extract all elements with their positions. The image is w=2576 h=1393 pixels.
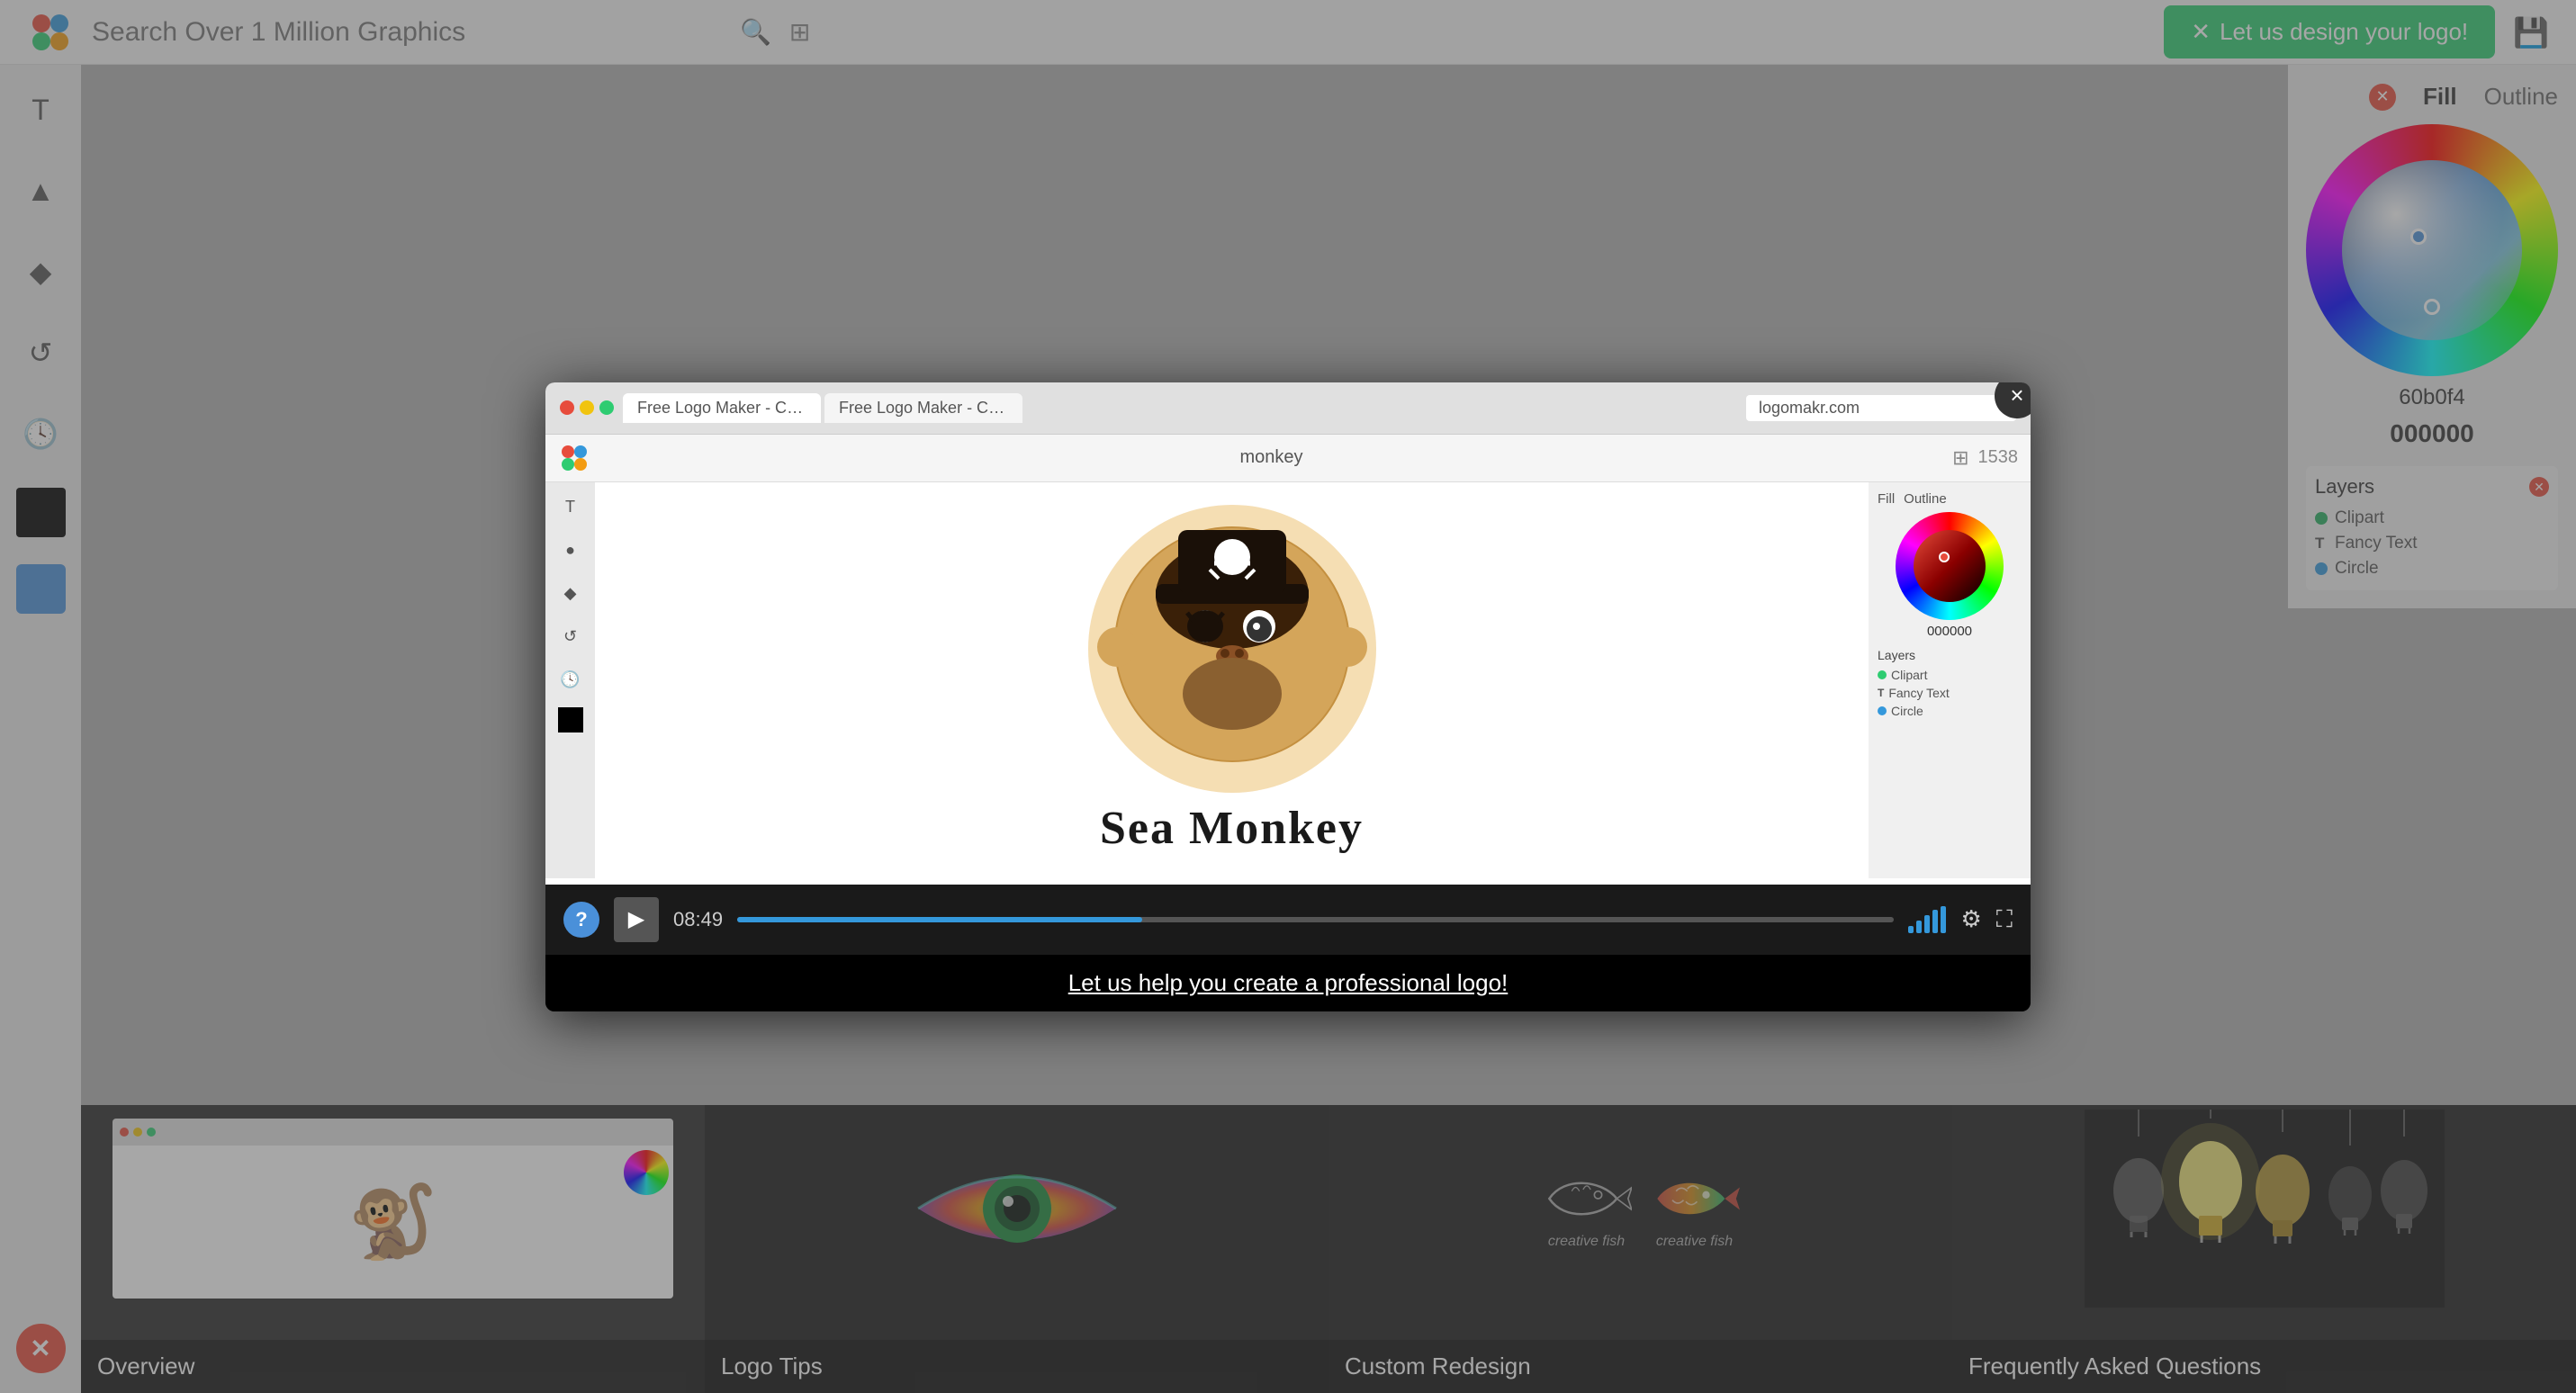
- inner-layer-text: T Fancy Text: [1878, 684, 2022, 702]
- inner-layer-clipart: Clipart: [1878, 666, 2022, 684]
- browser-dot-minimize[interactable]: [580, 400, 594, 415]
- browser-address-bar[interactable]: logomakr.com: [1746, 395, 2016, 421]
- video-controls: ? ▶ 08:49 ⚙ ⛶: [545, 885, 2031, 955]
- inner-color-inner: [1914, 530, 1986, 602]
- browser-dots: [560, 400, 614, 415]
- inner-fill-outline: Fill Outline: [1878, 491, 2022, 507]
- inner-circle-tool[interactable]: ●: [554, 535, 587, 567]
- video-progress-bar[interactable]: [737, 917, 1894, 922]
- vol-bar-5: [1941, 906, 1946, 933]
- inner-right-panel: Fill Outline 000000 Layers Clipart: [1869, 482, 2031, 878]
- video-timestamp: 08:49: [673, 908, 723, 931]
- browser-chrome: Free Logo Maker - Create yo... Free Logo…: [545, 382, 2031, 435]
- browser-inner-toolbar: monkey ⊞ 1538: [545, 435, 2031, 482]
- volume-bars[interactable]: [1908, 906, 1946, 933]
- sea-monkey-svg: [1097, 514, 1367, 784]
- video-modal: × Free Logo Maker - Create yo... Free Lo…: [545, 382, 2031, 1011]
- inner-layer-circle: Circle: [1878, 702, 2022, 720]
- inner-hex-value: 000000: [1878, 624, 2022, 639]
- vol-bar-1: [1908, 926, 1914, 933]
- inner-rotate-tool[interactable]: ↺: [554, 621, 587, 653]
- settings-icon[interactable]: ⚙: [1960, 905, 1981, 933]
- inner-text-tool[interactable]: T: [554, 491, 587, 524]
- browser-tab-2[interactable]: Free Logo Maker - Create yo...: [824, 393, 1022, 423]
- inner-color-swatch[interactable]: [558, 707, 583, 732]
- play-button[interactable]: ▶: [614, 897, 659, 942]
- inner-color-dot: [1939, 552, 1950, 562]
- subtitle-bar: Let us help you create a professional lo…: [545, 955, 2031, 1011]
- inner-search: monkey: [599, 447, 1943, 468]
- inner-layers: Layers Clipart T Fancy Text Circle: [1878, 648, 2022, 720]
- fullscreen-icon[interactable]: ⛶: [1996, 905, 2013, 934]
- inner-diamond-tool[interactable]: ◆: [554, 578, 587, 610]
- vol-bar-3: [1924, 915, 1930, 933]
- browser-dot-close[interactable]: [560, 400, 574, 415]
- sea-monkey-text: Sea Monkey: [1100, 802, 1364, 855]
- help-button[interactable]: ?: [563, 902, 599, 938]
- inner-logo-icon: [558, 442, 590, 474]
- video-modal-overlay: × Free Logo Maker - Create yo... Free Lo…: [0, 0, 2576, 1393]
- vol-bar-2: [1916, 921, 1922, 933]
- vol-bar-4: [1932, 910, 1938, 933]
- subtitle-text: Let us help you create a professional lo…: [1068, 969, 1509, 996]
- inner-color-wheel: [1896, 512, 2004, 620]
- browser-tabs: Free Logo Maker - Create yo... Free Logo…: [623, 393, 1737, 423]
- inner-left-tools: T ● ◆ ↺ 🕓: [545, 482, 595, 878]
- inner-grid-icon: ⊞: [1952, 446, 1968, 470]
- inner-history-tool[interactable]: 🕓: [554, 664, 587, 696]
- inner-number: 1538: [1978, 447, 2019, 468]
- sea-monkey-logo-circle: [1088, 505, 1376, 793]
- logo-design-area: T ● ◆ ↺ 🕓: [545, 482, 2031, 878]
- browser-content: monkey ⊞ 1538 T ● ◆ ↺ 🕓: [545, 435, 2031, 885]
- video-progress-fill: [737, 917, 1142, 922]
- browser-tab-1[interactable]: Free Logo Maker - Create yo...: [623, 393, 821, 423]
- logo-design-canvas: Sea Monkey: [595, 482, 1869, 878]
- browser-dot-maximize[interactable]: [599, 400, 614, 415]
